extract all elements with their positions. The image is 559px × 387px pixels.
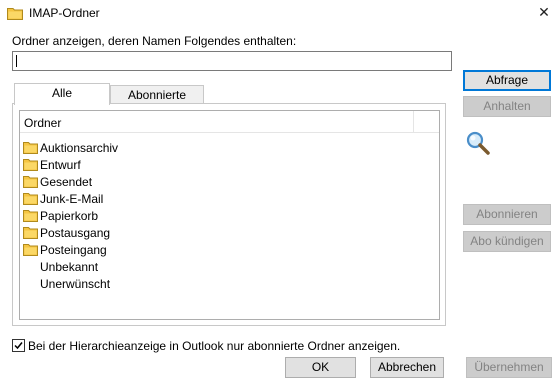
list-item-label: Junk-E-Mail (40, 192, 104, 206)
window-title: IMAP-Ordner (29, 6, 100, 20)
folder-icon (23, 193, 38, 205)
list-item-gesendet[interactable]: Gesendet (22, 174, 322, 190)
list-header[interactable]: Ordner (20, 111, 439, 133)
subscribed-only-label: Bei der Hierarchieanzeige in Outlook nur… (28, 339, 401, 353)
tab-alle[interactable]: Alle (14, 83, 110, 105)
title-bar: IMAP-Ordner ✕ (0, 0, 559, 28)
list-item-label: Gesendet (40, 175, 93, 189)
list-item-label: Papierkorb (40, 209, 99, 223)
tab-abonnierte[interactable]: Abonnierte (110, 85, 204, 105)
column-header-ordner: Ordner (24, 116, 62, 130)
apply-button[interactable]: Übernehmen (466, 357, 552, 378)
list-item-unerwuenscht[interactable]: Unerwünscht (22, 276, 322, 292)
text-caret (16, 55, 17, 67)
tab-panel: Ordner Auktionsarchiv Entwurf Gesendet J… (12, 103, 446, 326)
list-item-entwurf[interactable]: Entwurf (22, 157, 322, 173)
search-icon (466, 131, 490, 155)
folder-icon (23, 176, 38, 188)
list-item-label: Auktionsarchiv (40, 141, 119, 155)
list-item-junk-e-mail[interactable]: Junk-E-Mail (22, 191, 322, 207)
query-button[interactable]: Abfrage (463, 70, 551, 91)
unsubscribe-button[interactable]: Abo kündigen (463, 231, 551, 252)
checkmark-icon (14, 342, 23, 350)
list-item-papierkorb[interactable]: Papierkorb (22, 208, 322, 224)
folder-icon (23, 210, 38, 222)
list-item-label: Postausgang (40, 226, 111, 240)
folder-icon (23, 227, 38, 239)
ok-button[interactable]: OK (285, 357, 356, 378)
list-item-postausgang[interactable]: Postausgang (22, 225, 322, 241)
subscribed-only-checkbox[interactable] (12, 339, 25, 352)
list-item-posteingang[interactable]: Posteingang (22, 242, 322, 258)
folder-icon (7, 8, 23, 20)
stop-button[interactable]: Anhalten (463, 96, 551, 117)
close-button[interactable]: ✕ (533, 0, 555, 24)
filter-label: Ordner anzeigen, deren Namen Folgendes e… (12, 34, 297, 48)
cancel-button[interactable]: Abbrechen (370, 357, 444, 378)
folder-icon (23, 159, 38, 171)
list-item-unbekannt[interactable]: Unbekannt (22, 259, 322, 275)
folder-icon (23, 142, 38, 154)
list-item-label: Posteingang (40, 243, 107, 257)
list-item-label: Unerwünscht (40, 277, 111, 291)
column-divider[interactable] (413, 111, 414, 133)
list-item-auktionsarchiv[interactable]: Auktionsarchiv (22, 140, 322, 156)
filter-input[interactable] (12, 51, 452, 71)
list-item-label: Entwurf (40, 158, 81, 172)
folder-icon (23, 244, 38, 256)
subscribe-button[interactable]: Abonnieren (463, 204, 551, 225)
folder-list[interactable]: Ordner Auktionsarchiv Entwurf Gesendet J… (19, 110, 440, 320)
list-item-label: Unbekannt (40, 260, 99, 274)
